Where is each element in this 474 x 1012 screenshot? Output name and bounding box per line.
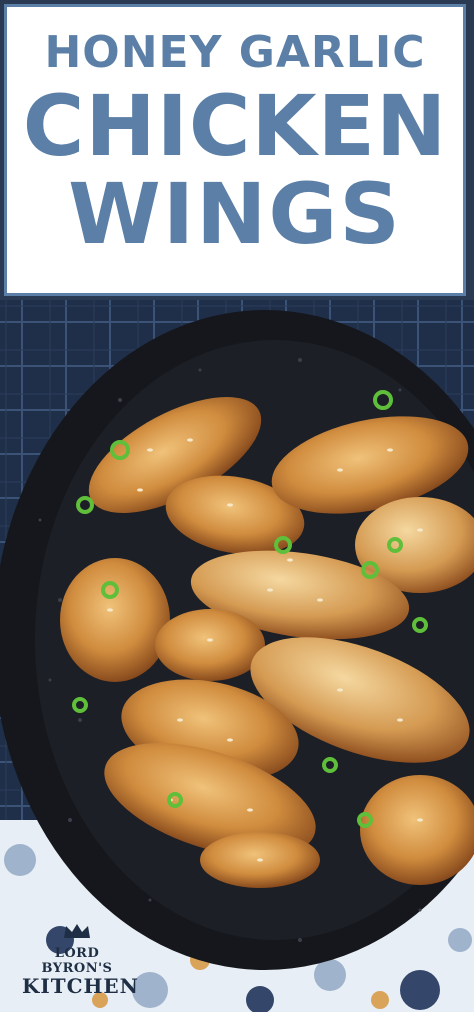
food-photo: [0, 300, 474, 1012]
logo-line-1: LORD BYRON'S: [41, 946, 113, 976]
logo-line-2: KITCHEN: [22, 974, 139, 998]
pin-image: HONEY GARLIC CHICKEN WINGS LORD BYRON'S …: [0, 0, 474, 1012]
title-line-2: CHICKEN: [22, 77, 448, 175]
title-line-1: HONEY GARLIC: [44, 27, 426, 78]
title-banner: HONEY GARLIC CHICKEN WINGS: [4, 4, 466, 296]
brand-logo: LORD BYRON'S KITCHEN: [22, 916, 139, 1000]
title-line-3: WINGS: [68, 165, 402, 263]
crown-icon: [64, 924, 90, 938]
